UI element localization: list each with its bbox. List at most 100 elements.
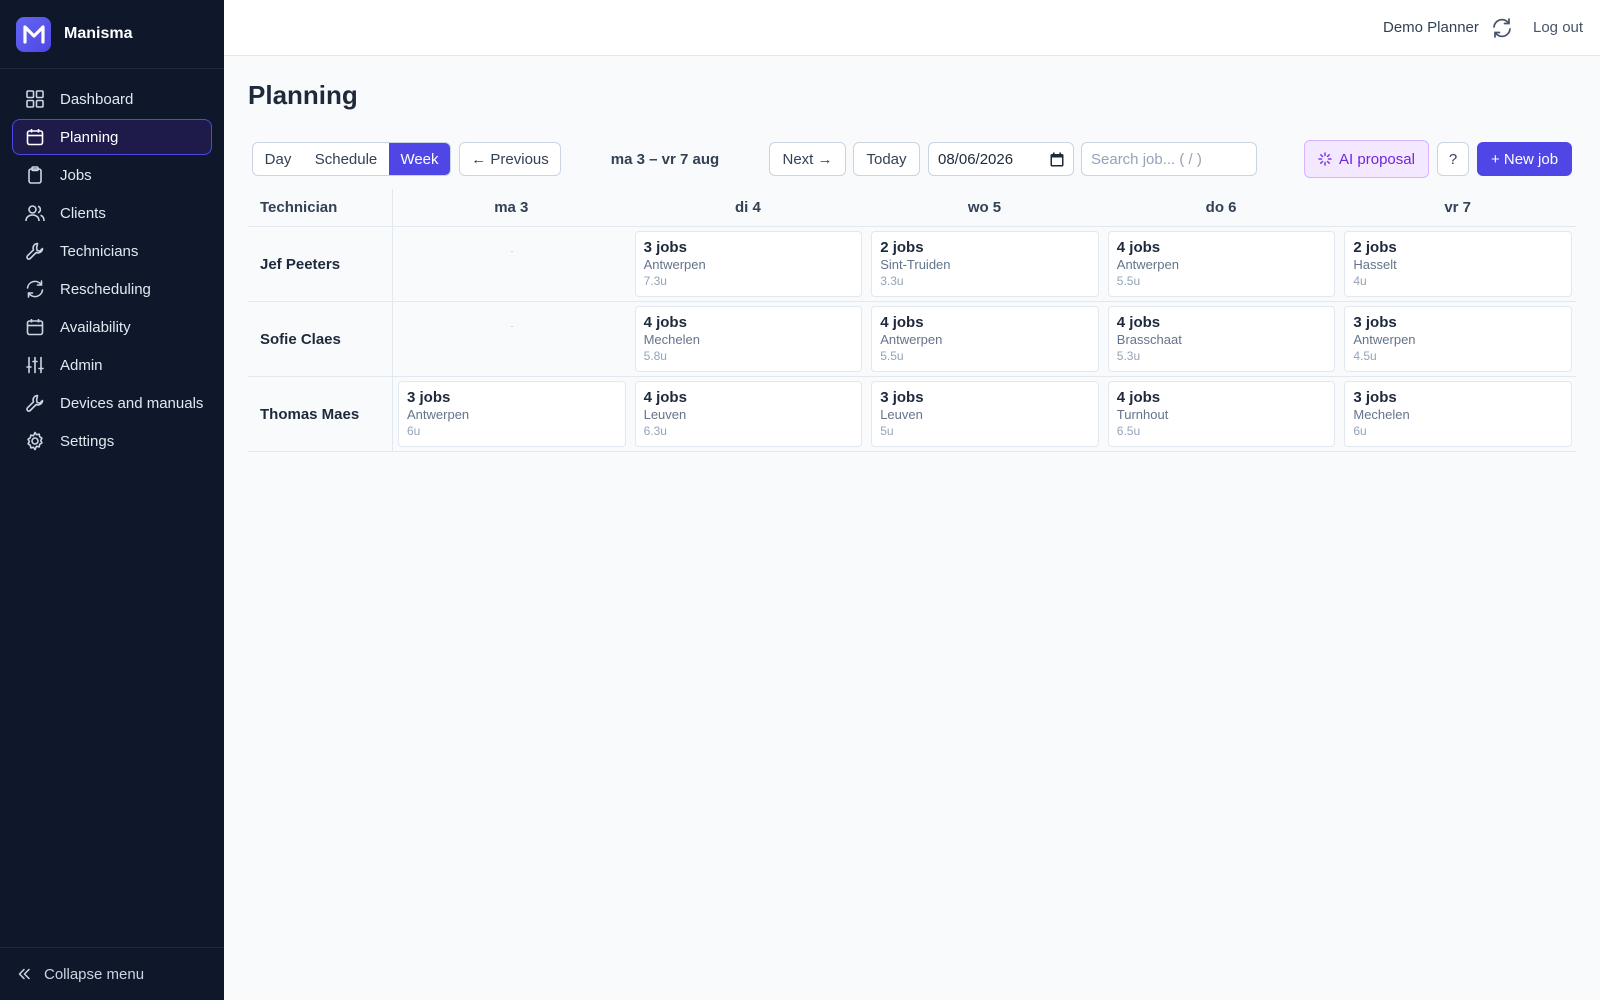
job-count: 4 jobs (1116, 389, 1161, 406)
sidebar-item-label: Rescheduling (60, 280, 151, 298)
job-summary-card[interactable]: 3 jobs Mechelen 6u (1344, 381, 1572, 447)
empty-day-cell[interactable] (393, 302, 630, 376)
empty-day-cell[interactable] (393, 227, 630, 301)
job-city: Antwerpen (1353, 332, 1416, 347)
job-summary-card[interactable]: 3 jobs Leuven 5u (871, 381, 1099, 447)
sidebar-item-rescheduling[interactable]: Rescheduling (12, 271, 212, 307)
day-cell: 2 jobs Hasselt 4u (1339, 227, 1576, 301)
day-header: vr 7 (1444, 199, 1472, 216)
view-day-button[interactable]: Day (253, 143, 303, 175)
job-hours: 5.8u (643, 349, 667, 363)
wrench-icon (25, 393, 45, 413)
job-count: 2 jobs (1353, 239, 1397, 256)
job-summary-card[interactable]: 4 jobs Turnhout 6.5u (1107, 381, 1336, 447)
job-city: Antwerpen (880, 332, 943, 347)
job-count: 4 jobs (643, 314, 687, 331)
job-hours: 5.5u (880, 349, 904, 363)
sidebar-item-technicians[interactable]: Technicians (12, 233, 212, 269)
job-summary-card[interactable]: 4 jobs Antwerpen 5.5u (1107, 231, 1336, 297)
job-summary-card[interactable]: 2 jobs Hasselt 4u (1344, 231, 1572, 297)
previous-button[interactable]: ← Previous (459, 142, 561, 176)
job-count: 4 jobs (643, 389, 687, 406)
view-switcher: Day Schedule Week (252, 142, 451, 176)
job-summary-card[interactable]: 4 jobs Brasschaat 5.3u (1107, 306, 1336, 372)
technician-name: Jef Peeters (248, 227, 393, 301)
sidebar-item-jobs[interactable]: Jobs (12, 157, 212, 193)
sidebar-item-label: Availability (60, 318, 131, 336)
day-header: do 6 (1205, 199, 1237, 216)
collapse-menu-button[interactable]: Collapse menu (0, 947, 224, 1000)
job-hours: 5u (880, 424, 894, 438)
job-city: Brasschaat (1116, 332, 1182, 347)
job-city: Antwerpen (407, 407, 470, 422)
new-job-button[interactable]: + New job (1477, 142, 1572, 176)
grid-header-row: Technician ma 3 di 4 wo 5 do 6 vr 7 (248, 189, 1576, 227)
sidebar-item-devices-and-manuals[interactable]: Devices and manuals (12, 385, 212, 421)
day-cell: 3 jobs Antwerpen 7.3u (630, 227, 867, 301)
chevrons-left-icon (18, 968, 30, 980)
gear-icon (25, 431, 45, 451)
sidebar-item-admin[interactable]: Admin (12, 347, 212, 383)
refresh-icon (25, 279, 45, 299)
job-hours: 6u (1353, 424, 1367, 438)
job-city: Antwerpen (1116, 257, 1179, 272)
collapse-menu-label: Collapse menu (44, 965, 145, 983)
view-schedule-button[interactable]: Schedule (303, 143, 389, 175)
day-cell: 4 jobs Antwerpen 5.5u (866, 302, 1103, 376)
day-cell: 3 jobs Antwerpen 6u (393, 377, 630, 451)
day-cell: 4 jobs Mechelen 5.8u (630, 302, 867, 376)
job-summary-card[interactable]: 4 jobs Mechelen 5.8u (634, 306, 863, 372)
job-city: Mechelen (1353, 407, 1410, 422)
user-name: Demo Planner (1383, 19, 1479, 36)
job-city: Antwerpen (643, 257, 706, 272)
sidebar-item-label: Planning (60, 128, 119, 146)
sidebar-item-settings[interactable]: Settings (12, 423, 212, 459)
day-header: di 4 (734, 199, 761, 216)
job-summary-card[interactable]: 3 jobs Antwerpen 7.3u (634, 231, 863, 297)
technician-name: Sofie Claes (248, 302, 393, 376)
refresh-icon[interactable] (1491, 17, 1513, 39)
next-button[interactable]: Next → (769, 142, 846, 176)
job-hours: 4.5u (1353, 349, 1377, 363)
job-count: 4 jobs (1116, 314, 1161, 331)
sidebar-item-label: Jobs (60, 166, 92, 184)
sidebar-item-label: Devices and manuals (60, 394, 204, 412)
search-job-input[interactable] (1081, 142, 1257, 176)
sidebar-item-dashboard[interactable]: Dashboard (12, 81, 212, 117)
brand[interactable]: Manisma (0, 0, 224, 69)
job-summary-card[interactable]: 3 jobs Antwerpen 6u (398, 381, 626, 447)
view-week-button[interactable]: Week (389, 143, 450, 175)
calendar-picker-icon[interactable] (1050, 152, 1064, 171)
ai-proposal-label: AI proposal (1339, 150, 1415, 168)
logout-link[interactable]: Log out (1533, 19, 1583, 36)
day-header: wo 5 (967, 199, 1002, 216)
job-count: 3 jobs (407, 389, 451, 406)
sidebar-item-planning[interactable]: Planning (12, 119, 212, 155)
sidebar: Manisma Dashboard Planning Jobs Clients … (0, 0, 224, 1000)
technician-row: Sofie Claes 4 jobs Mechelen 5.8u 4 jobs … (248, 302, 1576, 377)
job-summary-card[interactable]: 3 jobs Antwerpen 4.5u (1344, 306, 1572, 372)
job-summary-card[interactable]: 2 jobs Sint-Truiden 3.3u (871, 231, 1099, 297)
date-picker-input[interactable]: 08/06/2026 (928, 142, 1074, 176)
job-city: Leuven (643, 407, 687, 422)
day-cell: 3 jobs Leuven 5u (866, 377, 1103, 451)
help-button[interactable]: ? (1437, 142, 1469, 176)
sparkle-loader-icon (1318, 152, 1332, 166)
today-button[interactable]: Today (853, 142, 920, 176)
job-summary-card[interactable]: 4 jobs Antwerpen 5.5u (871, 306, 1099, 372)
job-count: 3 jobs (1353, 314, 1397, 331)
job-city: Hasselt (1353, 257, 1397, 272)
sidebar-item-availability[interactable]: Availability (12, 309, 212, 345)
job-hours: 5.3u (1116, 349, 1141, 363)
job-hours: 6.3u (643, 424, 667, 438)
sidebar-item-clients[interactable]: Clients (12, 195, 212, 231)
day-cell: 3 jobs Mechelen 6u (1339, 377, 1576, 451)
wrench-icon (25, 241, 45, 261)
job-hours: 5.5u (1116, 274, 1141, 288)
technician-row: Jef Peeters 3 jobs Antwerpen 7.3u 2 jobs… (248, 227, 1576, 302)
job-summary-card[interactable]: 4 jobs Leuven 6.3u (634, 381, 863, 447)
technician-name: Thomas Maes (248, 377, 393, 451)
job-count: 3 jobs (880, 389, 924, 406)
ai-proposal-button[interactable]: AI proposal (1304, 140, 1429, 178)
clipboard-icon (25, 165, 45, 185)
